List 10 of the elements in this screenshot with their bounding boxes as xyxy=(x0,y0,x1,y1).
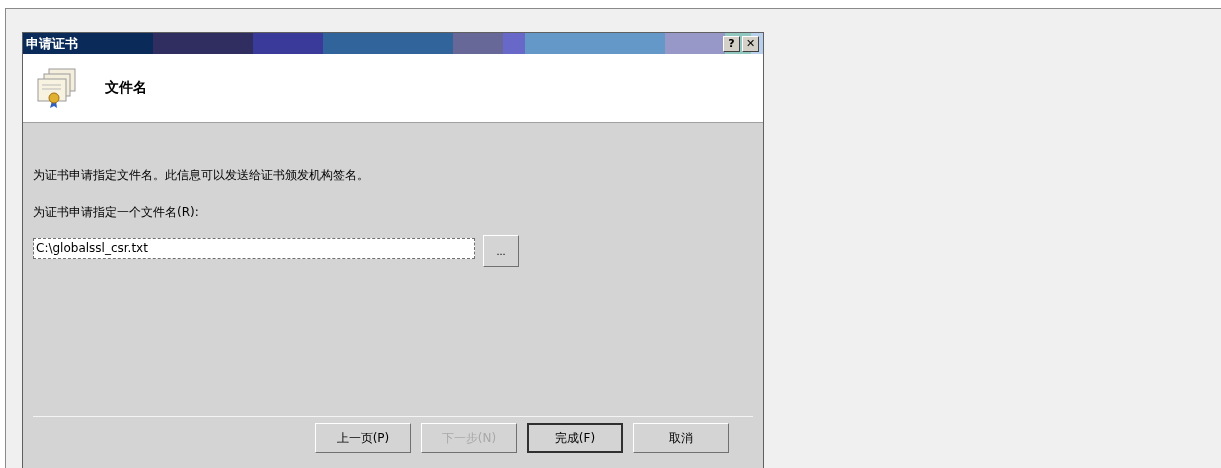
description-text: 为证书申请指定文件名。此信息可以发送给证书颁发机构签名。 xyxy=(33,167,370,184)
field-label: 为证书申请指定一个文件名(R): xyxy=(33,204,200,221)
window-title: 申请证书 xyxy=(25,35,78,53)
wizard-button[interactable]: 取消 xyxy=(633,423,729,453)
page-title: 文件名 xyxy=(105,79,147,97)
browse-button[interactable]: ... xyxy=(483,235,519,267)
file-name-field[interactable]: C:\globalssl_csr.txt xyxy=(33,237,475,259)
certificate-icon xyxy=(35,67,79,109)
wizard-button[interactable]: 上一页(P) xyxy=(315,423,411,453)
wizard-button[interactable]: 完成(F) xyxy=(527,423,623,453)
